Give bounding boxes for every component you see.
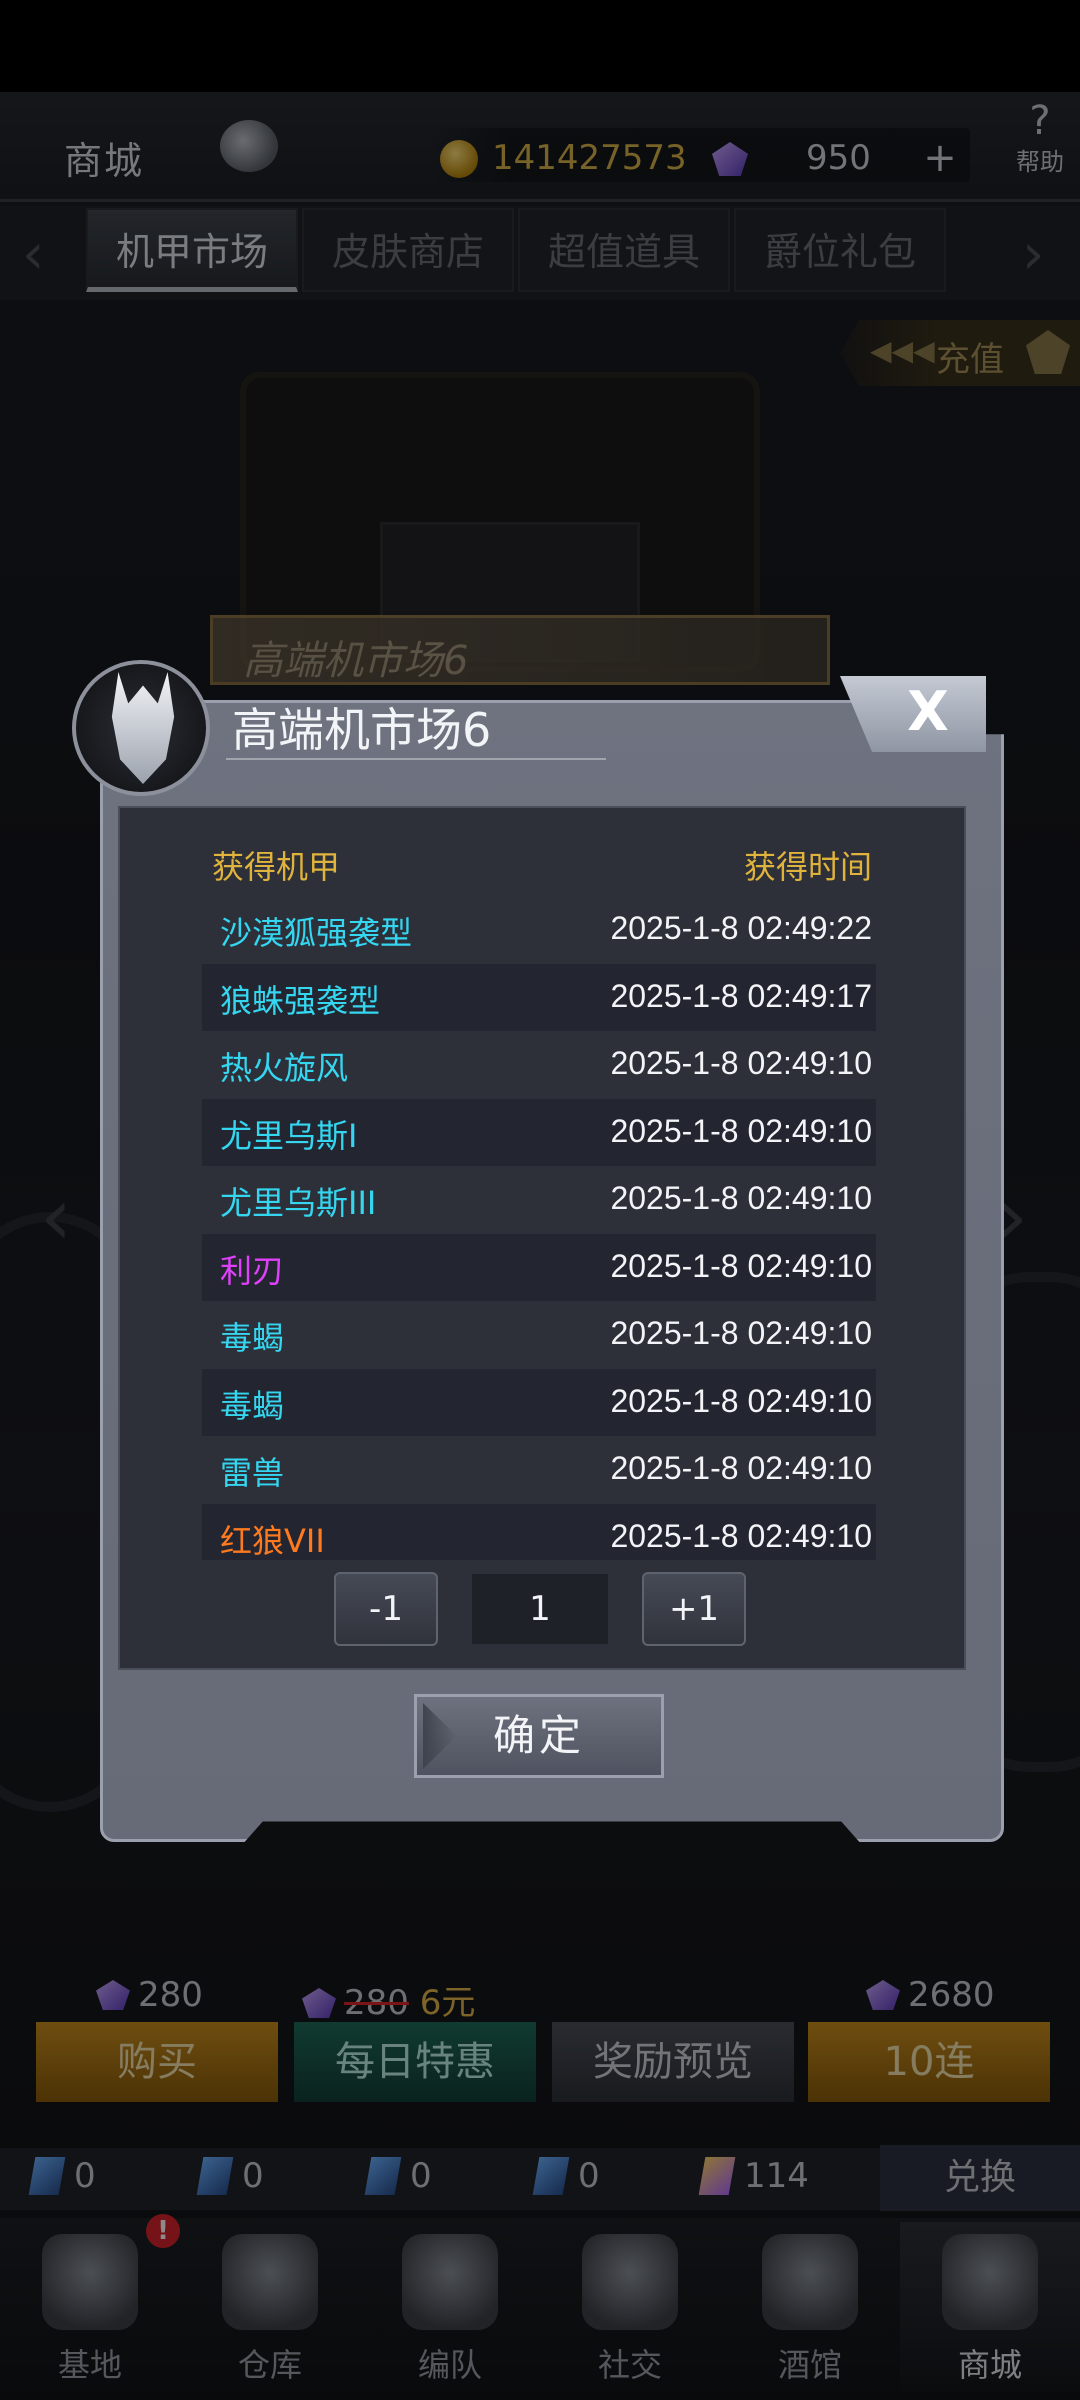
mech-name: 狼蛛强袭型 (220, 981, 381, 1020)
dialog-title: 高端机市场6 (232, 703, 492, 757)
mech-mask-icon (111, 672, 175, 784)
record-row: 利刃 2025-1-8 02:49:10 (202, 1233, 876, 1301)
mech-name: 尤里乌斯III (220, 1184, 377, 1222)
status-bar (0, 0, 1080, 92)
record-row: 沙漠狐强袭型 2025-1-8 02:49:22 (202, 896, 876, 964)
mech-name: 雷兽 (220, 1454, 285, 1492)
obtain-time: 2025-1-8 02:49:17 (610, 977, 872, 1014)
record-row: 热火旋风 2025-1-8 02:49:10 (202, 1031, 876, 1099)
mech-name: 沙漠狐强袭型 (220, 914, 413, 952)
mech-name: 红狼VII (220, 1521, 325, 1560)
mech-name: 热火旋风 (220, 1049, 349, 1087)
obtain-time: 2025-1-8 02:49:10 (610, 1045, 872, 1081)
obtain-time: 2025-1-8 02:49:10 (610, 1247, 872, 1284)
obtain-time: 2025-1-8 02:49:10 (610, 1112, 872, 1149)
mech-name: 毒蝎 (220, 1319, 285, 1357)
obtain-time: 2025-1-8 02:49:10 (610, 1517, 872, 1554)
record-row: 毒蝎 2025-1-8 02:49:10 (202, 1301, 876, 1369)
column-header-time: 获得时间 (744, 848, 873, 886)
record-rows[interactable]: 沙漠狐强袭型 2025-1-8 02:49:22 狼蛛强袭型 2025-1-8 02:… (202, 896, 876, 1560)
mech-emblem-icon (72, 660, 210, 796)
record-row: 雷兽 2025-1-8 02:49:10 (202, 1436, 876, 1504)
confirm-button[interactable]: 确定 (414, 1694, 664, 1778)
page-plus-button[interactable]: +1 (642, 1572, 746, 1646)
record-row: 狼蛛强袭型 2025-1-8 02:49:17 (202, 963, 876, 1031)
market-banner: 高端机市场6 (210, 615, 830, 685)
page-minus-button[interactable]: -1 (334, 1572, 438, 1646)
title-divider (226, 758, 606, 760)
mech-name: 利刃 (220, 1251, 285, 1290)
page-number: 1 (472, 1574, 608, 1644)
mech-name: 尤里乌斯I (220, 1116, 358, 1155)
obtain-time: 2025-1-8 02:49:22 (610, 910, 872, 946)
record-row: 红狼VII 2025-1-8 02:49:10 (202, 1503, 876, 1560)
mech-name: 毒蝎 (220, 1386, 285, 1425)
obtain-time: 2025-1-8 02:49:10 (610, 1450, 872, 1486)
record-row: 尤里乌斯I 2025-1-8 02:49:10 (202, 1098, 876, 1166)
obtain-time: 2025-1-8 02:49:10 (610, 1315, 872, 1351)
obtain-time: 2025-1-8 02:49:10 (610, 1382, 872, 1419)
record-row: 毒蝎 2025-1-8 02:49:10 (202, 1368, 876, 1436)
obtain-time: 2025-1-8 02:49:10 (610, 1180, 872, 1216)
column-header-mech: 获得机甲 (212, 848, 341, 886)
record-row: 尤里乌斯III 2025-1-8 02:49:10 (202, 1166, 876, 1234)
